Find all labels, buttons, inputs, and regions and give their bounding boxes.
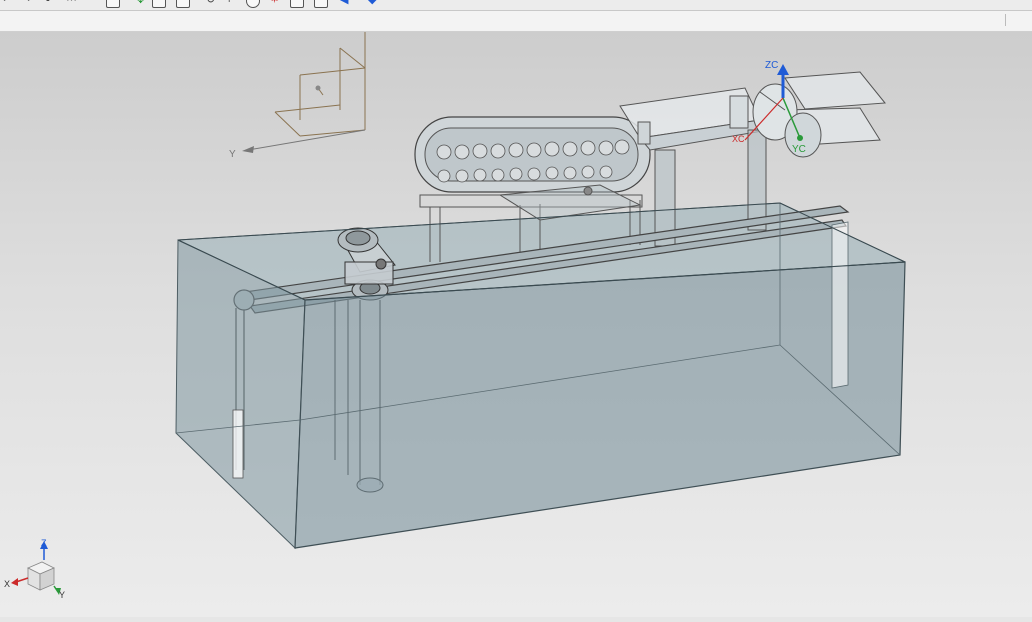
triad-z-label: Z	[41, 538, 47, 548]
drag-chain-conveyor	[414, 116, 651, 193]
csys-yc-label: YC	[792, 144, 806, 155]
grid-select-icon[interactable]: ⋯	[66, 0, 77, 7]
arrow-left-icon[interactable]: ◀	[340, 0, 348, 7]
rotate-icon[interactable]: ↻	[206, 0, 215, 7]
triad-x-label: X	[4, 579, 10, 589]
triad-y-label: Y	[59, 590, 65, 600]
tank-left-slot	[232, 409, 244, 479]
wcs-y-label: Y	[229, 149, 236, 160]
tank-front-wall	[294, 261, 906, 549]
undo-icon[interactable]: ↶	[2, 0, 11, 7]
view-triad	[11, 541, 61, 595]
window-control[interactable]	[1005, 14, 1018, 26]
view-triad-icon[interactable]: ✶	[270, 0, 279, 7]
extend-tool-icon[interactable]	[314, 0, 328, 8]
circle-icon[interactable]	[246, 0, 260, 8]
move-icon[interactable]: ✥	[136, 0, 145, 7]
csys-xc-label: XC	[732, 134, 745, 144]
graphics-viewport[interactable]: Y ZC YC XC Z X Y	[0, 32, 1032, 617]
top-toolbar: ↶ ↷ ▪ ⋯ ✥ ↻ + ✶ ◀ ◆	[0, 0, 1032, 11]
roller-cylinder-assembly	[752, 71, 886, 158]
snap-point-icon[interactable]	[106, 0, 120, 8]
cube-view-icon[interactable]: ◆	[368, 0, 376, 7]
separator-icon: ▪	[46, 0, 50, 6]
line-tool-icon[interactable]	[152, 0, 166, 8]
secondary-toolbar	[0, 11, 1032, 32]
cad-model-view: Y ZC YC XC Z X Y	[4, 32, 906, 600]
redo-icon[interactable]: ↷	[22, 0, 31, 7]
wcs-indicator	[242, 32, 366, 153]
point-icon[interactable]: +	[226, 0, 232, 7]
arc-icon[interactable]	[176, 0, 190, 8]
csys-zc-label: ZC	[765, 60, 778, 71]
point-snap-icon[interactable]	[290, 0, 304, 8]
